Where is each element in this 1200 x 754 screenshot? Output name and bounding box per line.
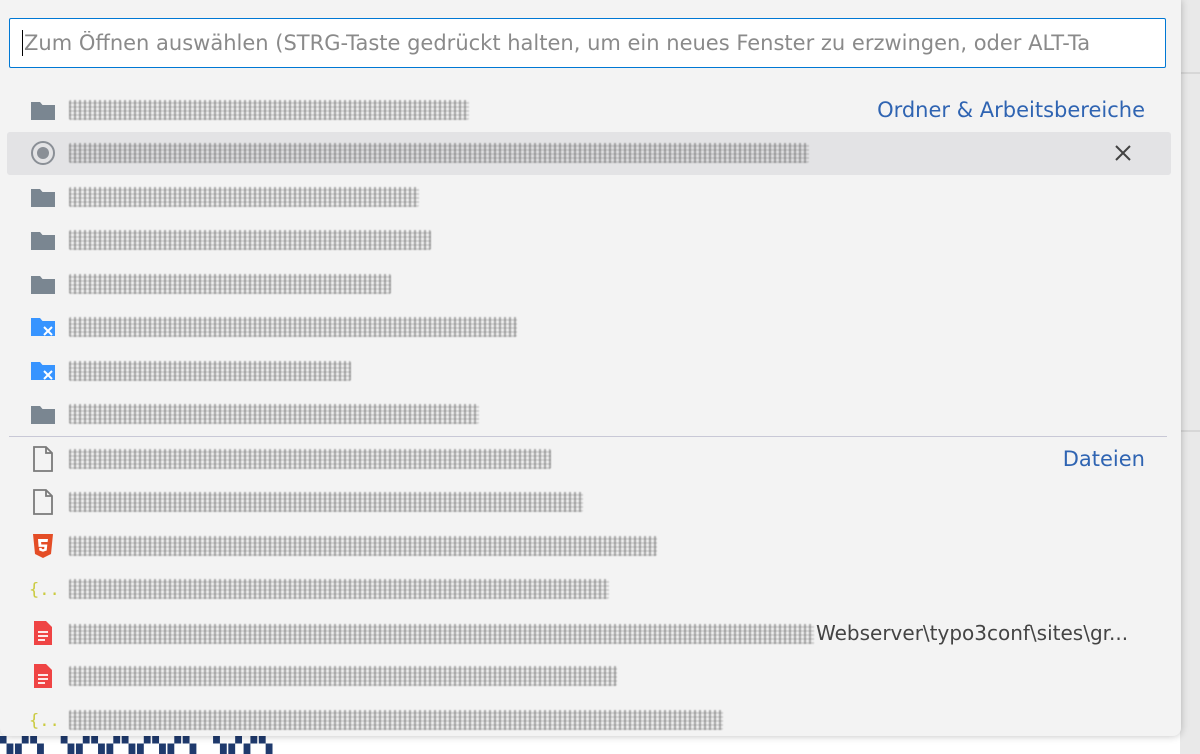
file-icon <box>29 488 57 516</box>
item-label-redacted <box>69 709 723 730</box>
item-label-redacted <box>69 186 419 207</box>
list-item[interactable] <box>7 481 1171 525</box>
list-item[interactable] <box>7 524 1171 568</box>
item-label-redacted <box>69 317 517 338</box>
pdf-icon <box>29 662 57 690</box>
background-editor-edge <box>1180 0 1200 754</box>
item-label-redacted <box>69 143 809 164</box>
list-item[interactable] <box>7 655 1171 699</box>
group-label-files: Dateien <box>1062 446 1145 471</box>
quick-open-input[interactable] <box>10 19 1165 67</box>
list-item[interactable]: Webserver\typo3conf\sites\gr... <box>7 611 1171 655</box>
list-item[interactable]: Ordner & Arbeitsbereiche <box>7 88 1171 132</box>
item-path-visible: Webserver\typo3conf\sites\gr... <box>816 620 1129 645</box>
json-icon: {..} <box>29 575 57 603</box>
list-item[interactable] <box>7 262 1171 306</box>
item-label-redacted <box>69 579 609 600</box>
item-label-partial: Webserver\typo3conf\sites\gr... <box>69 621 1128 645</box>
svg-text:{..}: {..} <box>29 580 57 600</box>
item-label-redacted <box>69 448 551 469</box>
json-icon: {..} <box>29 706 57 734</box>
list-item-selected[interactable] <box>7 131 1171 175</box>
folder-icon <box>29 270 57 298</box>
close-icon <box>1115 145 1131 161</box>
quick-open-results: Ordner & Arbeitsbereiche Dateien {. Webs… <box>7 88 1171 742</box>
item-label-redacted <box>69 666 617 687</box>
folder-icon <box>29 400 57 428</box>
list-item[interactable] <box>7 306 1171 350</box>
list-item[interactable] <box>7 349 1171 393</box>
quick-open-panel: Ordner & Arbeitsbereiche <box>0 0 1181 736</box>
list-item[interactable]: {..} <box>7 568 1171 612</box>
remote-folder-icon <box>29 357 57 385</box>
quick-open-input-box[interactable] <box>9 18 1166 68</box>
list-item[interactable] <box>7 175 1171 219</box>
item-label-redacted <box>69 624 814 645</box>
item-label-redacted <box>69 404 479 425</box>
html5-icon <box>29 532 57 560</box>
recent-workspace-icon <box>29 139 57 167</box>
folder-icon <box>29 183 57 211</box>
list-item[interactable]: {..} <box>7 698 1171 742</box>
folder-icon <box>29 226 57 254</box>
item-label-redacted <box>69 99 469 120</box>
item-label-redacted <box>69 535 657 556</box>
group-label-folders: Ordner & Arbeitsbereiche <box>877 97 1145 122</box>
remote-folder-icon <box>29 313 57 341</box>
folder-icon <box>29 96 57 124</box>
svg-text:{..}: {..} <box>29 711 57 731</box>
item-label-redacted <box>69 492 583 513</box>
list-item[interactable] <box>7 393 1171 437</box>
pdf-icon <box>29 619 57 647</box>
item-label-redacted <box>69 273 391 294</box>
file-icon <box>29 445 57 473</box>
remove-from-recent-button[interactable] <box>1109 139 1137 167</box>
item-label-redacted <box>69 230 431 251</box>
list-item[interactable] <box>7 219 1171 263</box>
text-caret <box>22 30 23 56</box>
item-label-redacted <box>69 360 351 381</box>
list-item[interactable]: Dateien <box>7 437 1171 481</box>
